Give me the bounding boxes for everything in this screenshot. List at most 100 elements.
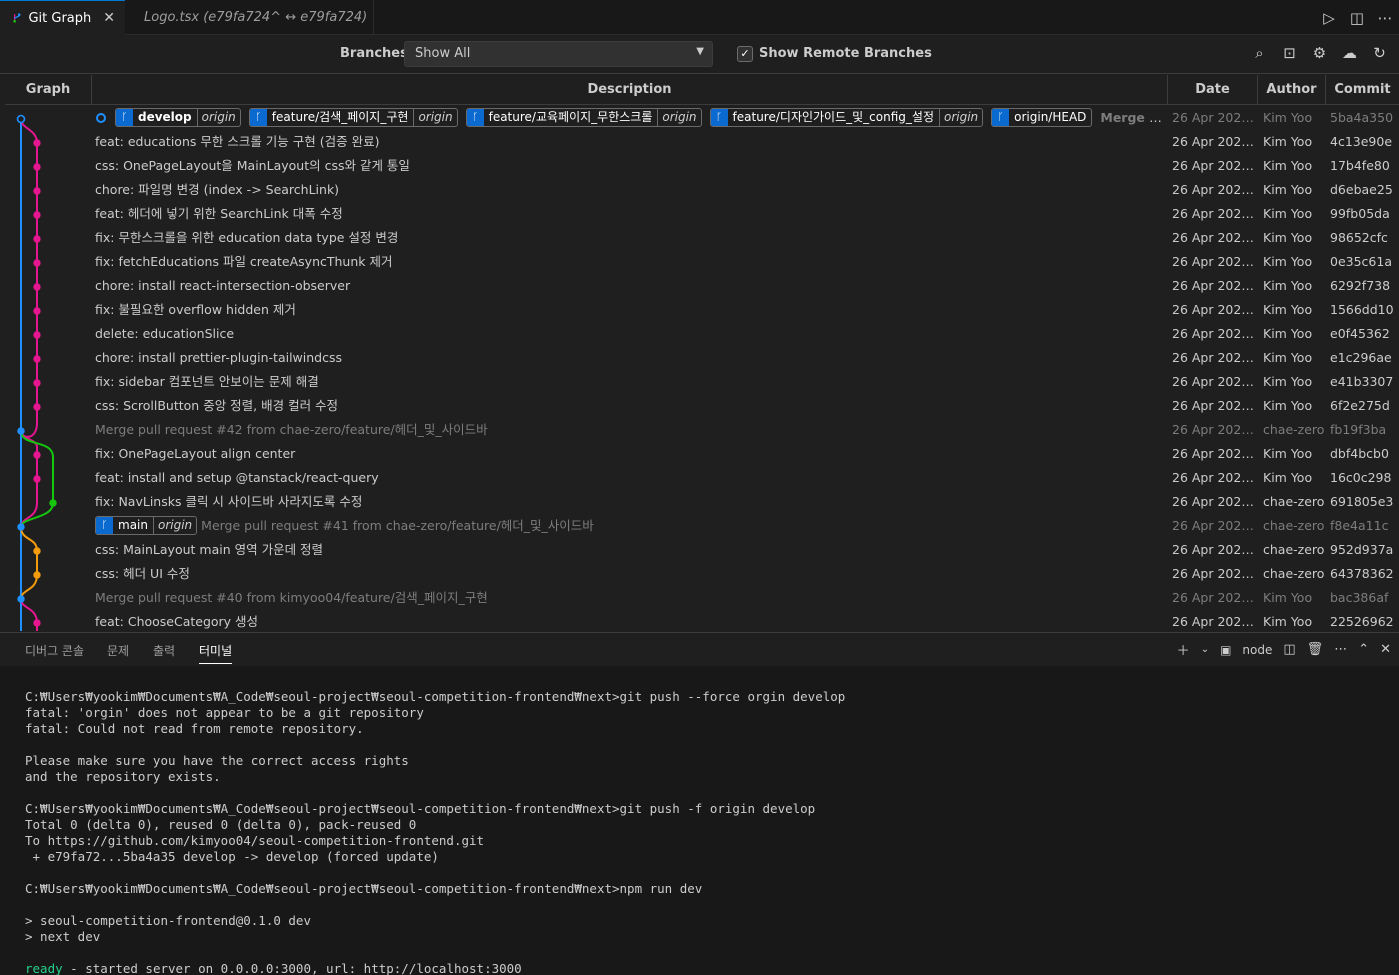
ref-feature-search[interactable]: ᚴ feature/검색_페이지_구현 origin <box>248 108 458 127</box>
commit-node[interactable] <box>33 547 41 555</box>
table-row[interactable]: fix: NavLinsks 클릭 시 사이드바 사라지도록 수정 26 Apr … <box>92 491 1399 515</box>
commit-node[interactable] <box>33 307 41 315</box>
row-commit: 17b4fe80 <box>1330 158 1390 173</box>
commit-node[interactable] <box>33 331 41 339</box>
gear-icon[interactable]: ⚙ <box>1310 44 1329 63</box>
header-commit[interactable]: Commit <box>1326 75 1399 105</box>
more-actions-icon[interactable]: ⋯ <box>1334 642 1347 657</box>
more-actions-icon[interactable]: ⋯ <box>1377 9 1393 27</box>
row-date: 26 Apr 2023 ... <box>1172 278 1258 293</box>
header-date[interactable]: Date <box>1168 75 1258 105</box>
commit-node[interactable] <box>33 475 41 483</box>
branches-dropdown[interactable]: Show All ▼ <box>404 41 713 67</box>
split-terminal-icon[interactable]: ◫ <box>1283 642 1295 657</box>
table-row[interactable]: feat: install and setup @tanstack/react-… <box>92 467 1399 491</box>
commit-node[interactable] <box>33 235 41 243</box>
tab-logo-diff[interactable]: Logo.tsx (e79fa724^ ↔ e79fa724) <box>126 0 374 35</box>
commit-node[interactable] <box>33 451 41 459</box>
header-graph[interactable]: Graph <box>5 75 92 105</box>
table-row[interactable]: chore: 파일명 변경 (index -> SearchLink) 26 Ap… <box>92 179 1399 203</box>
fetch-cloud-icon[interactable]: ☁ <box>1340 44 1359 63</box>
commit-node[interactable] <box>49 499 57 507</box>
table-row[interactable]: fix: sidebar 컴포넌트 안보이는 문제 해결 26 Apr 2023 … <box>92 371 1399 395</box>
ref-remote[interactable]: origin <box>938 109 982 126</box>
tab-git-graph[interactable]: Git Graph ✕ <box>0 0 125 35</box>
show-remote-branches-checkbox[interactable]: ✓ <box>737 46 753 62</box>
header-description[interactable]: Description <box>92 75 1168 105</box>
ref-feature-design[interactable]: ᚴ feature/디자인가이드_및_config_설정 origin <box>709 108 984 127</box>
table-row[interactable]: feat: ChooseCategory 생성 26 Apr 2023 ... Ki… <box>92 611 1399 631</box>
table-row[interactable]: css: MainLayout main 영역 가운데 정렬 26 Apr 202… <box>92 539 1399 563</box>
commit-node[interactable] <box>33 571 41 579</box>
commit-node[interactable] <box>33 139 41 147</box>
ref-name: feature/검색_페이지_구현 <box>271 110 409 124</box>
table-row[interactable]: css: 헤더 UI 수정 26 Apr 2023 ... chae-zero 643… <box>92 563 1399 587</box>
commit-node[interactable] <box>16 114 26 124</box>
ref-origin-head[interactable]: ᚴ origin/HEAD <box>991 108 1093 127</box>
commit-node[interactable] <box>17 523 25 531</box>
row-date: 26 Apr 2023 ... <box>1172 566 1258 581</box>
new-terminal-icon[interactable]: ＋ <box>1177 640 1190 659</box>
commit-node[interactable] <box>33 283 41 291</box>
table-row-head[interactable]: ᚴ develop origin ᚴ feature/검색_페이지_구현 ori… <box>92 107 1399 131</box>
run-icon[interactable]: ▷ <box>1321 9 1337 27</box>
ref-remote[interactable]: origin <box>413 109 456 126</box>
commit-node[interactable] <box>17 595 25 603</box>
chevron-down-icon[interactable]: ⌄ <box>1201 644 1209 655</box>
maximize-panel-icon[interactable]: ⌃ <box>1358 642 1369 657</box>
table-row[interactable]: feat: educations 무한 스크롤 기능 구현 (검증 완료) 26 … <box>92 131 1399 155</box>
trash-icon[interactable]: 🗑 <box>1307 642 1324 657</box>
commit-node[interactable] <box>33 619 41 627</box>
table-row[interactable]: ᚴ main origin Merge pull request #41 from c… <box>92 515 1399 539</box>
table-row[interactable]: Merge pull request #42 from chae-zero/fe… <box>92 419 1399 443</box>
commit-node[interactable] <box>33 163 41 171</box>
commit-node[interactable] <box>33 403 41 411</box>
row-date: 26 Apr 2023 ... <box>1172 158 1258 173</box>
table-row[interactable]: css: OnePageLayout을 MainLayout의 css와 같게 … <box>92 155 1399 179</box>
ref-remote[interactable]: origin <box>152 517 196 534</box>
commit-node[interactable] <box>33 187 41 195</box>
commit-node[interactable] <box>33 259 41 267</box>
close-icon[interactable]: ✕ <box>103 10 115 26</box>
table-row[interactable]: fix: fetchEducations 파일 createAsyncThunk… <box>92 251 1399 275</box>
commit-node[interactable] <box>33 379 41 387</box>
split-editor-icon[interactable]: ◫ <box>1349 9 1365 27</box>
table-row[interactable]: chore: install react-intersection-observ… <box>92 275 1399 299</box>
panel-actions: ＋ ⌄ ▣ node ◫ 🗑 ⋯ ⌃ ✕ <box>1177 640 1391 659</box>
ref-remote[interactable]: origin <box>196 109 240 126</box>
tab-output[interactable]: 출력 <box>153 642 175 663</box>
ref-main[interactable]: ᚴ main origin <box>95 516 198 535</box>
tab-debug-console[interactable]: 디버그 콘솔 <box>25 642 84 663</box>
ref-feature-education[interactable]: ᚴ feature/교육페이지_무한스크롤 origin <box>465 108 702 127</box>
commit-node[interactable] <box>33 355 41 363</box>
table-row[interactable]: fix: OnePageLayout align center 26 Apr 20… <box>92 443 1399 467</box>
header-author[interactable]: Author <box>1258 75 1326 105</box>
branch-icon: ᚴ <box>96 517 113 534</box>
table-row[interactable]: Merge pull request #40 from kimyoo04/fea… <box>92 587 1399 611</box>
commit-node[interactable] <box>17 427 25 435</box>
ref-remote[interactable]: origin <box>657 109 700 126</box>
terminal-icon[interactable]: ⊡ <box>1280 44 1299 63</box>
row-message: css: MainLayout main 영역 가운데 정렬 <box>95 542 324 557</box>
ref-develop[interactable]: ᚴ develop origin <box>114 108 241 127</box>
search-icon[interactable]: ⌕ <box>1250 44 1269 63</box>
tab-problems[interactable]: 문제 <box>107 642 129 663</box>
table-row[interactable]: delete: educationSlice 26 Apr 2023 ... Kim… <box>92 323 1399 347</box>
table-row[interactable]: chore: install prettier-plugin-tailwindc… <box>92 347 1399 371</box>
ref-name: origin/HEAD <box>1014 110 1087 124</box>
terminal-name[interactable]: node <box>1242 643 1272 657</box>
table-row[interactable]: fix: 무한스크롤을 위한 education data type 설정 변경… <box>92 227 1399 251</box>
show-remote-branches-label[interactable]: Show Remote Branches <box>759 46 932 61</box>
row-message: css: ScrollButton 중앙 정렬, 배경 컬러 수정 <box>95 398 339 413</box>
table-row[interactable]: css: ScrollButton 중앙 정렬, 배경 컬러 수정 26 Apr … <box>92 395 1399 419</box>
close-panel-icon[interactable]: ✕ <box>1380 642 1391 657</box>
table-row[interactable]: feat: 헤더에 넣기 위한 SearchLink 대폭 수정 26 Apr 2… <box>92 203 1399 227</box>
row-commit: 64378362 <box>1330 566 1394 581</box>
refresh-icon[interactable]: ↻ <box>1370 44 1389 63</box>
commit-node[interactable] <box>33 211 41 219</box>
row-description: ᚴ develop origin ᚴ feature/검색_페이지_구현 ori… <box>95 107 1165 129</box>
table-row[interactable]: fix: 불필요한 overflow hidden 제거 26 Apr 2023 … <box>92 299 1399 323</box>
tab-terminal[interactable]: 터미널 <box>199 642 233 664</box>
terminal-output[interactable]: C:₩Users₩yookim₩Documents₩A_Code₩seoul-p… <box>0 666 1399 975</box>
